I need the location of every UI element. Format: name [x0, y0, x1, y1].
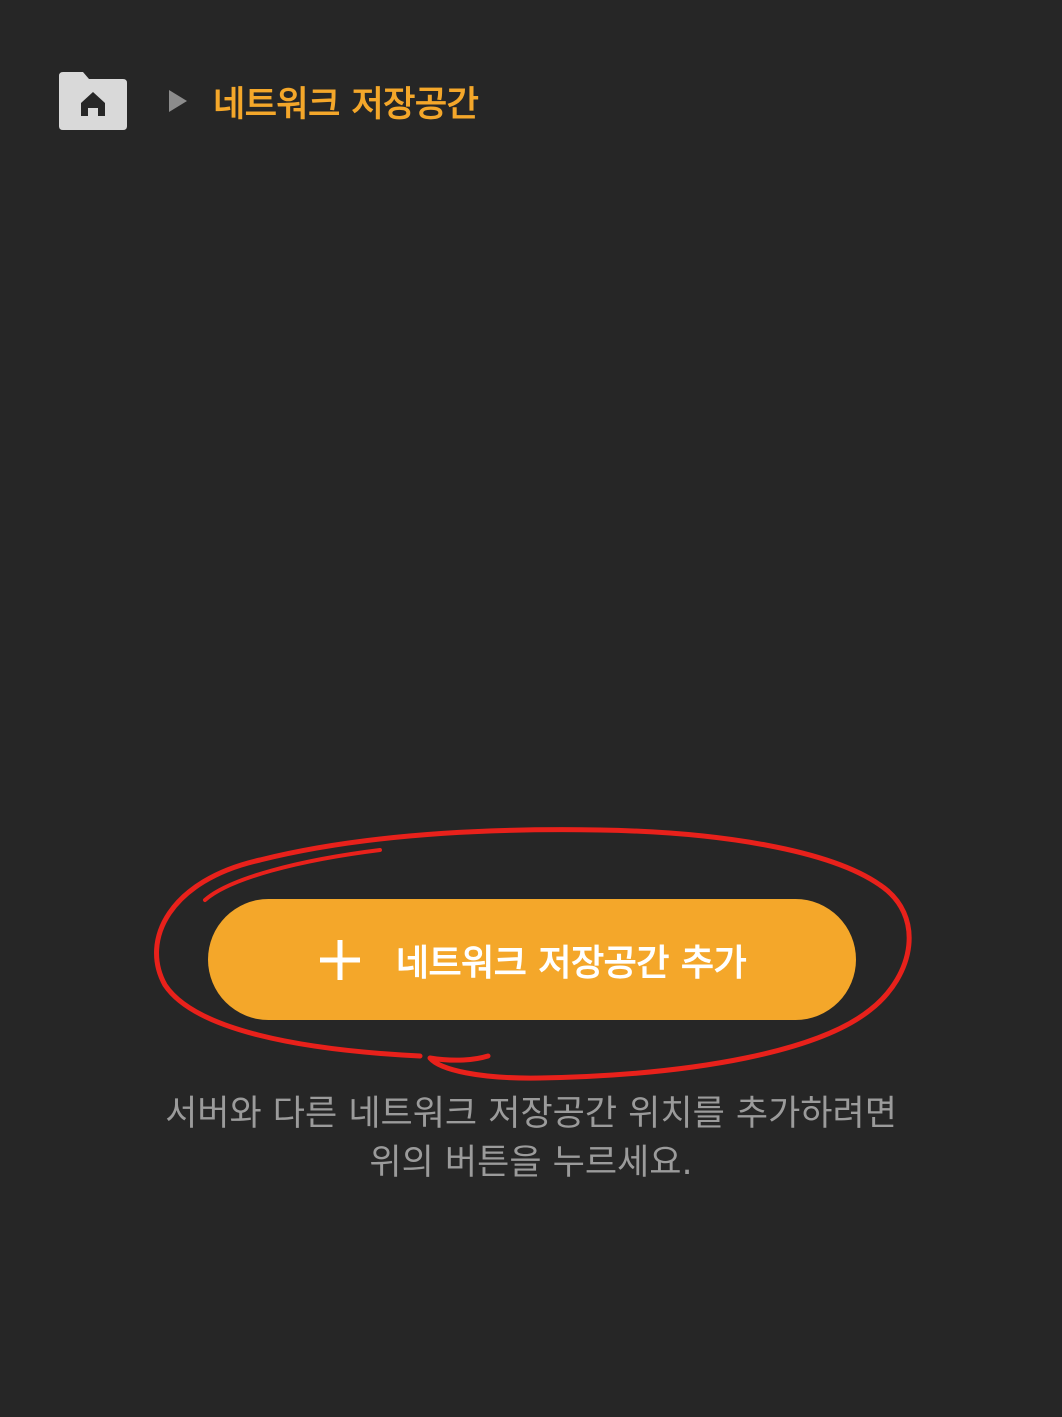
home-folder-icon[interactable] — [57, 70, 129, 132]
hint-line-1: 서버와 다른 네트워크 저장공간 위치를 추가하려면 — [165, 1094, 897, 1134]
hint-text: 서버와 다른 네트워크 저장공간 위치를 추가하려면 위의 버튼을 누르세요. — [80, 1090, 982, 1188]
add-button-label: 네트워크 저장공간 추가 — [395, 942, 747, 984]
triangle-right-icon — [169, 90, 187, 112]
red-highlight-annotation — [154, 827, 912, 1081]
add-network-storage-button[interactable]: 네트워크 저장공간 추가 — [208, 899, 856, 1020]
breadcrumb-current: 네트워크 저장공간 — [213, 84, 479, 125]
plus-icon — [319, 939, 360, 980]
hint-line-2: 위의 버튼을 누르세요. — [369, 1143, 693, 1183]
breadcrumb: 네트워크 저장공간 — [57, 70, 479, 132]
network-storage-screen: 네트워크 저장공간 네트워크 저장공간 추가 서버와 다른 네트워크 저장공간 … — [0, 0, 1062, 1417]
